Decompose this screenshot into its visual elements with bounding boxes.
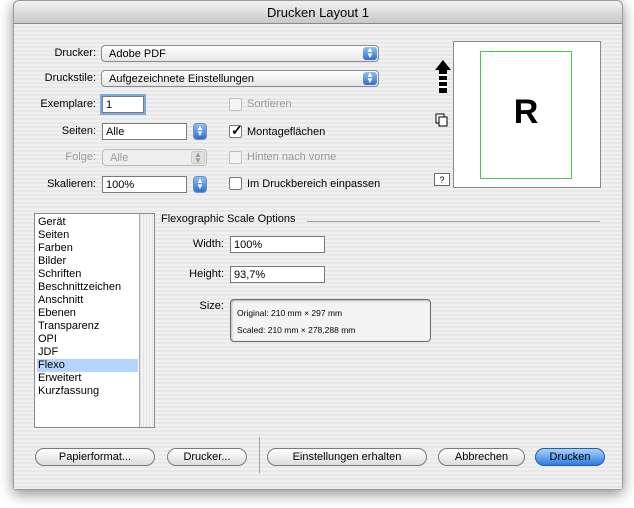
preview-page: R — [480, 51, 572, 179]
stepper-icon: ▲ ▼ — [196, 176, 204, 191]
save-settings-button[interactable]: Einstellungen erhalten — [267, 448, 427, 466]
cancel-button[interactable]: Abbrechen — [438, 448, 525, 466]
page-preview: R — [453, 41, 601, 188]
category-item-bilder[interactable]: Bilder — [37, 255, 138, 268]
category-item-jdf[interactable]: JDF — [37, 346, 138, 359]
dialog-body: Drucker: Adobe PDF ▲ ▼ Druckstile: Aufgez… — [14, 24, 622, 489]
category-item-beschnittzeichen[interactable]: Beschnittzeichen — [37, 281, 138, 294]
copies-label: Exemplare: — [40, 98, 96, 110]
height-label: Height: — [189, 268, 224, 280]
category-item-ger-t[interactable]: Gerät — [37, 216, 138, 229]
original-size-text: Original: 210 mm × 297 mm — [237, 308, 343, 318]
category-item-transparenz[interactable]: Transparenz — [37, 320, 138, 333]
order-popup[interactable]: Alle ▲ ▼ — [102, 149, 207, 166]
flexo-section-title: Flexographic Scale Options — [161, 213, 296, 225]
popup-arrows-icon: ▲ ▼ — [191, 151, 205, 165]
printer-popup[interactable]: Adobe PDF ▲ ▼ — [101, 45, 379, 62]
spreads-label: Montageflächen — [247, 126, 326, 138]
title-bar[interactable]: Drucken Layout 1 — [14, 1, 622, 24]
size-info-box: Original: 210 mm × 297 mm Scaled: 210 mm… — [230, 299, 431, 342]
pages-field[interactable] — [102, 123, 187, 140]
print-styles-value: Aufgezeichnete Einstellungen — [109, 73, 254, 85]
scale-stepper[interactable]: ▲ ▼ — [193, 176, 207, 193]
preview-letter: R — [513, 93, 539, 131]
window-title: Drucken Layout 1 — [267, 5, 369, 20]
pages-input[interactable] — [103, 124, 186, 139]
fit-to-printable-area-label: Im Druckbereich einpassen — [247, 178, 381, 190]
popup-arrows-icon: ▲ ▼ — [363, 46, 377, 60]
category-item-erweitert[interactable]: Erweitert — [37, 372, 138, 385]
back-to-front-checkbox[interactable] — [229, 151, 242, 164]
category-item-farben[interactable]: Farben — [37, 242, 138, 255]
popup-arrows-icon: ▲ ▼ — [363, 71, 377, 85]
copy-pages-icon — [435, 113, 449, 130]
spreads-checkbox[interactable]: ✓ — [229, 122, 243, 138]
copies-input[interactable] — [103, 97, 143, 112]
category-item-schriften[interactable]: Schriften — [37, 268, 138, 281]
category-item-ebenen[interactable]: Ebenen — [37, 307, 138, 320]
category-item-anschnitt[interactable]: Anschnitt — [37, 294, 138, 307]
order-value: Alle — [110, 152, 129, 164]
print-styles-label: Druckstile: — [44, 72, 96, 84]
collate-label: Sortieren — [247, 98, 292, 110]
category-list[interactable]: Gerät Seiten Farben Bilder Schriften Beschnit… — [34, 213, 155, 428]
category-list-scrollbar[interactable] — [139, 214, 154, 427]
back-to-front-label: Hinten nach vorne — [247, 151, 337, 163]
scale-label: Skalieren: — [47, 178, 96, 190]
print-styles-popup[interactable]: Aufgezeichnete Einstellungen ▲ ▼ — [101, 70, 379, 87]
category-item-kurzfassung[interactable]: Kurzfassung — [37, 385, 138, 398]
printer-value: Adobe PDF — [109, 48, 166, 60]
height-field[interactable] — [230, 266, 325, 283]
print-button[interactable]: Drucken — [535, 448, 605, 466]
order-label: Folge: — [65, 151, 96, 163]
printer-button[interactable]: Drucker... — [167, 448, 247, 466]
collate-checkbox[interactable] — [229, 98, 242, 111]
width-label: Width: — [192, 238, 224, 250]
pages-label: Seiten: — [61, 125, 96, 137]
copies-field[interactable] — [102, 96, 144, 113]
fit-to-printable-area-checkbox[interactable] — [229, 177, 242, 190]
category-item-seiten[interactable]: Seiten — [37, 229, 138, 242]
section-divider — [307, 221, 600, 222]
scaled-size-text: Scaled: 210 mm × 278,288 mm — [237, 325, 356, 335]
scale-input[interactable] — [103, 177, 186, 192]
paper-format-button[interactable]: Papierformat... — [35, 448, 155, 466]
width-field[interactable] — [230, 236, 325, 253]
height-input[interactable] — [231, 267, 324, 282]
up-arrow-icon — [435, 60, 451, 97]
pages-stepper[interactable]: ▲ ▼ — [193, 123, 207, 140]
scale-field[interactable] — [102, 176, 187, 193]
category-item-flexo[interactable]: Flexo — [37, 359, 138, 372]
help-button[interactable]: ? — [434, 173, 450, 186]
category-item-opi[interactable]: OPI — [37, 333, 138, 346]
printer-label: Drucker: — [54, 47, 96, 59]
button-separator — [259, 437, 260, 473]
width-input[interactable] — [231, 237, 324, 252]
checkmark-icon: ✓ — [231, 122, 243, 138]
size-label: Size: — [199, 300, 224, 312]
print-dialog: Drucken Layout 1 Drucker: Adobe PDF ▲ ▼ D… — [13, 0, 623, 490]
stepper-icon: ▲ ▼ — [196, 123, 204, 138]
